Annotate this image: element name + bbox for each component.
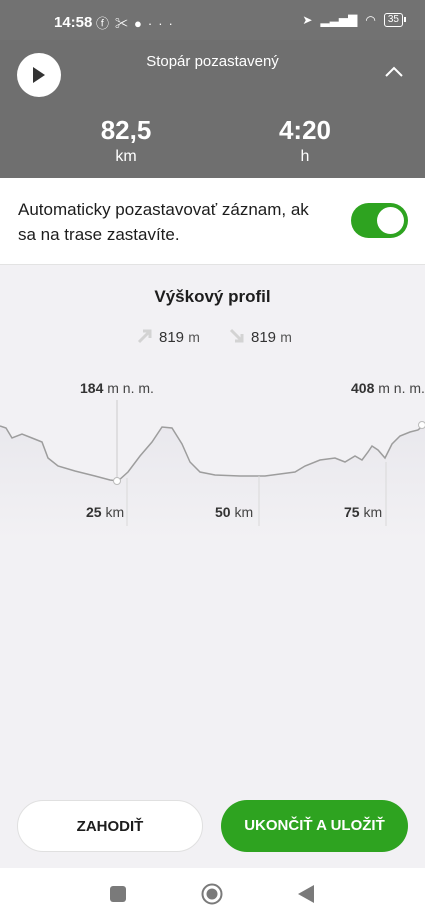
recents-icon[interactable]	[110, 886, 126, 902]
distance-unit: km	[115, 148, 137, 165]
notification-icons: ⓕ✂●···	[96, 13, 179, 32]
chat-icon: ●	[134, 16, 148, 31]
km-mark-value: 50	[215, 504, 231, 520]
descent-value: 819	[251, 329, 277, 346]
km-mark-unit: km	[363, 504, 383, 520]
tracker-status-title: Stopár pozastavený	[146, 53, 279, 70]
home-icon[interactable]	[201, 883, 223, 905]
tracking-header: Stopár pozastavený 82,5 km 4:20 h	[0, 40, 425, 178]
km-mark-25: 25 km	[86, 504, 124, 520]
km-mark-value: 25	[86, 504, 102, 520]
arrow-up-right-icon	[137, 329, 152, 344]
status-bar: 14:58 ⓕ✂●··· ➤ ▂▃▅▇ ◠ 35	[0, 0, 425, 40]
discard-button[interactable]: ZAHODIŤ	[17, 800, 203, 852]
toggle-knob	[377, 207, 404, 234]
min-marker-dot	[113, 477, 121, 485]
more-dots-icon: ···	[147, 16, 179, 31]
wifi-icon: ◠	[365, 13, 376, 27]
km-mark-unit: km	[105, 504, 125, 520]
km-mark-75: 75 km	[344, 504, 382, 520]
km-mark-50: 50 km	[215, 504, 253, 520]
location-icon: ➤	[302, 13, 313, 27]
status-time: 14:58	[54, 14, 93, 31]
arrow-down-right-icon	[229, 328, 244, 343]
facebook-icon: ⓕ	[96, 16, 116, 31]
descent-unit: m	[280, 329, 292, 345]
battery-icon: 35	[383, 13, 407, 27]
min-elevation-unit: m n. m.	[107, 380, 154, 396]
duration-unit: h	[300, 148, 310, 165]
back-icon[interactable]	[298, 885, 314, 903]
max-elevation-unit: m n. m.	[378, 380, 425, 396]
km-mark-unit: km	[234, 504, 254, 520]
duration-stat: 4:20 h	[245, 115, 365, 166]
km-mark-value: 75	[344, 504, 360, 520]
max-marker-dot	[418, 421, 425, 429]
fitness-icon: ✂	[115, 16, 135, 31]
auto-pause-label: Automaticky pozastavovať záznam, ak sa n…	[18, 200, 309, 244]
finish-and-save-button[interactable]: UKONČIŤ A ULOŽIŤ	[221, 800, 408, 852]
ascent-unit: m	[188, 329, 200, 345]
elevation-area	[0, 424, 425, 540]
distance-value: 82,5	[100, 115, 152, 145]
descent-stat: 819 m	[229, 328, 292, 346]
max-elevation-label: 408 m n. m.	[351, 380, 425, 396]
auto-pause-toggle[interactable]	[351, 203, 408, 238]
ascent-value: 819	[159, 329, 185, 346]
signal-icon: ▂▃▅▇	[320, 13, 358, 27]
ascent-stat: 819 m	[137, 328, 200, 346]
status-right: ➤ ▂▃▅▇ ◠ 35	[302, 13, 407, 27]
max-elevation-value: 408	[351, 380, 375, 396]
chevron-up-icon[interactable]	[385, 66, 403, 78]
profile-title: Výškový profil	[154, 287, 271, 306]
distance-stat: 82,5 km	[66, 115, 186, 166]
min-elevation-label: 184 m n. m.	[80, 380, 154, 396]
system-nav-bar	[0, 868, 425, 920]
min-elevation-value: 184	[80, 380, 104, 396]
duration-value: 4:20	[278, 115, 332, 145]
